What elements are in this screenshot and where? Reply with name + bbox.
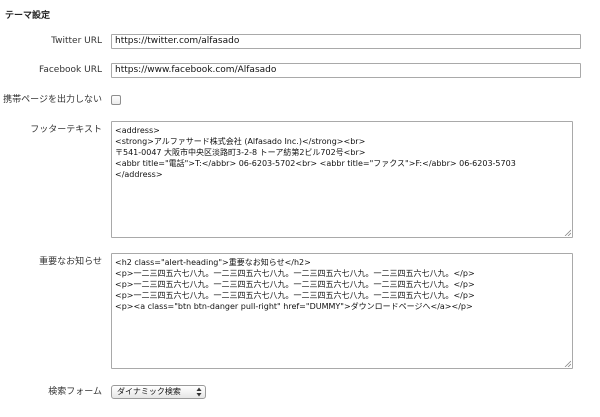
notice-line: <p><a class="btn btn-danger pull-right" … — [115, 302, 473, 311]
search-form-selected: ダイナミック検索 — [117, 387, 181, 396]
notice-label: 重要なお知らせ — [39, 257, 102, 267]
twitter-url-input[interactable] — [111, 34, 581, 49]
footer-text-line: <abbr title="電話">T:</abbr> 06-6203-5702<… — [115, 159, 516, 168]
mobile-output-checkbox[interactable] — [111, 95, 121, 105]
updown-arrows-icon — [196, 387, 202, 397]
search-form-select[interactable]: ダイナミック検索 — [111, 385, 206, 399]
notice-line: <h2 class="alert-heading">重要なお知らせ</h2> — [115, 258, 311, 267]
section-title: テーマ設定 — [5, 11, 51, 21]
facebook-url-label: Facebook URL — [38, 65, 102, 75]
footer-text-textarea[interactable]: <address> <strong>アルファサード株式会社 (Alfasado … — [111, 121, 573, 238]
notice-line: <p>一二三四五六七八九。一二三四五六七八九。一二三四五六七八九。一二三四五六七… — [115, 280, 475, 289]
facebook-url-input[interactable] — [111, 63, 581, 78]
footer-text-line: <address> — [115, 126, 160, 135]
footer-text-line: <strong>アルファサード株式会社 (Alfasado Inc.)</str… — [115, 137, 366, 146]
footer-text-label: フッターテキスト — [30, 125, 102, 135]
footer-text-line: 〒541-0047 大阪市中央区淡路町3-2-8 トーア紡第2ビル702号<br… — [115, 148, 366, 157]
resize-grip-icon[interactable] — [564, 229, 571, 236]
resize-grip-icon[interactable] — [564, 360, 571, 367]
notice-textarea[interactable]: <h2 class="alert-heading">重要なお知らせ</h2> <… — [111, 253, 573, 369]
search-form-label: 検索フォーム — [48, 387, 102, 397]
theme-settings-page: テーマ設定 Twitter URL Facebook URL 携帯ページを出力し… — [0, 0, 600, 417]
mobile-output-label: 携帯ページを出力しない — [3, 95, 102, 105]
twitter-url-label: Twitter URL — [51, 36, 102, 46]
notice-line: <p>一二三四五六七八九。一二三四五六七八九。一二三四五六七八九。一二三四五六七… — [115, 269, 475, 278]
notice-line: <p>一二三四五六七八九。一二三四五六七八九。一二三四五六七八九。一二三四五六七… — [115, 291, 475, 300]
footer-text-line: </address> — [115, 170, 163, 179]
